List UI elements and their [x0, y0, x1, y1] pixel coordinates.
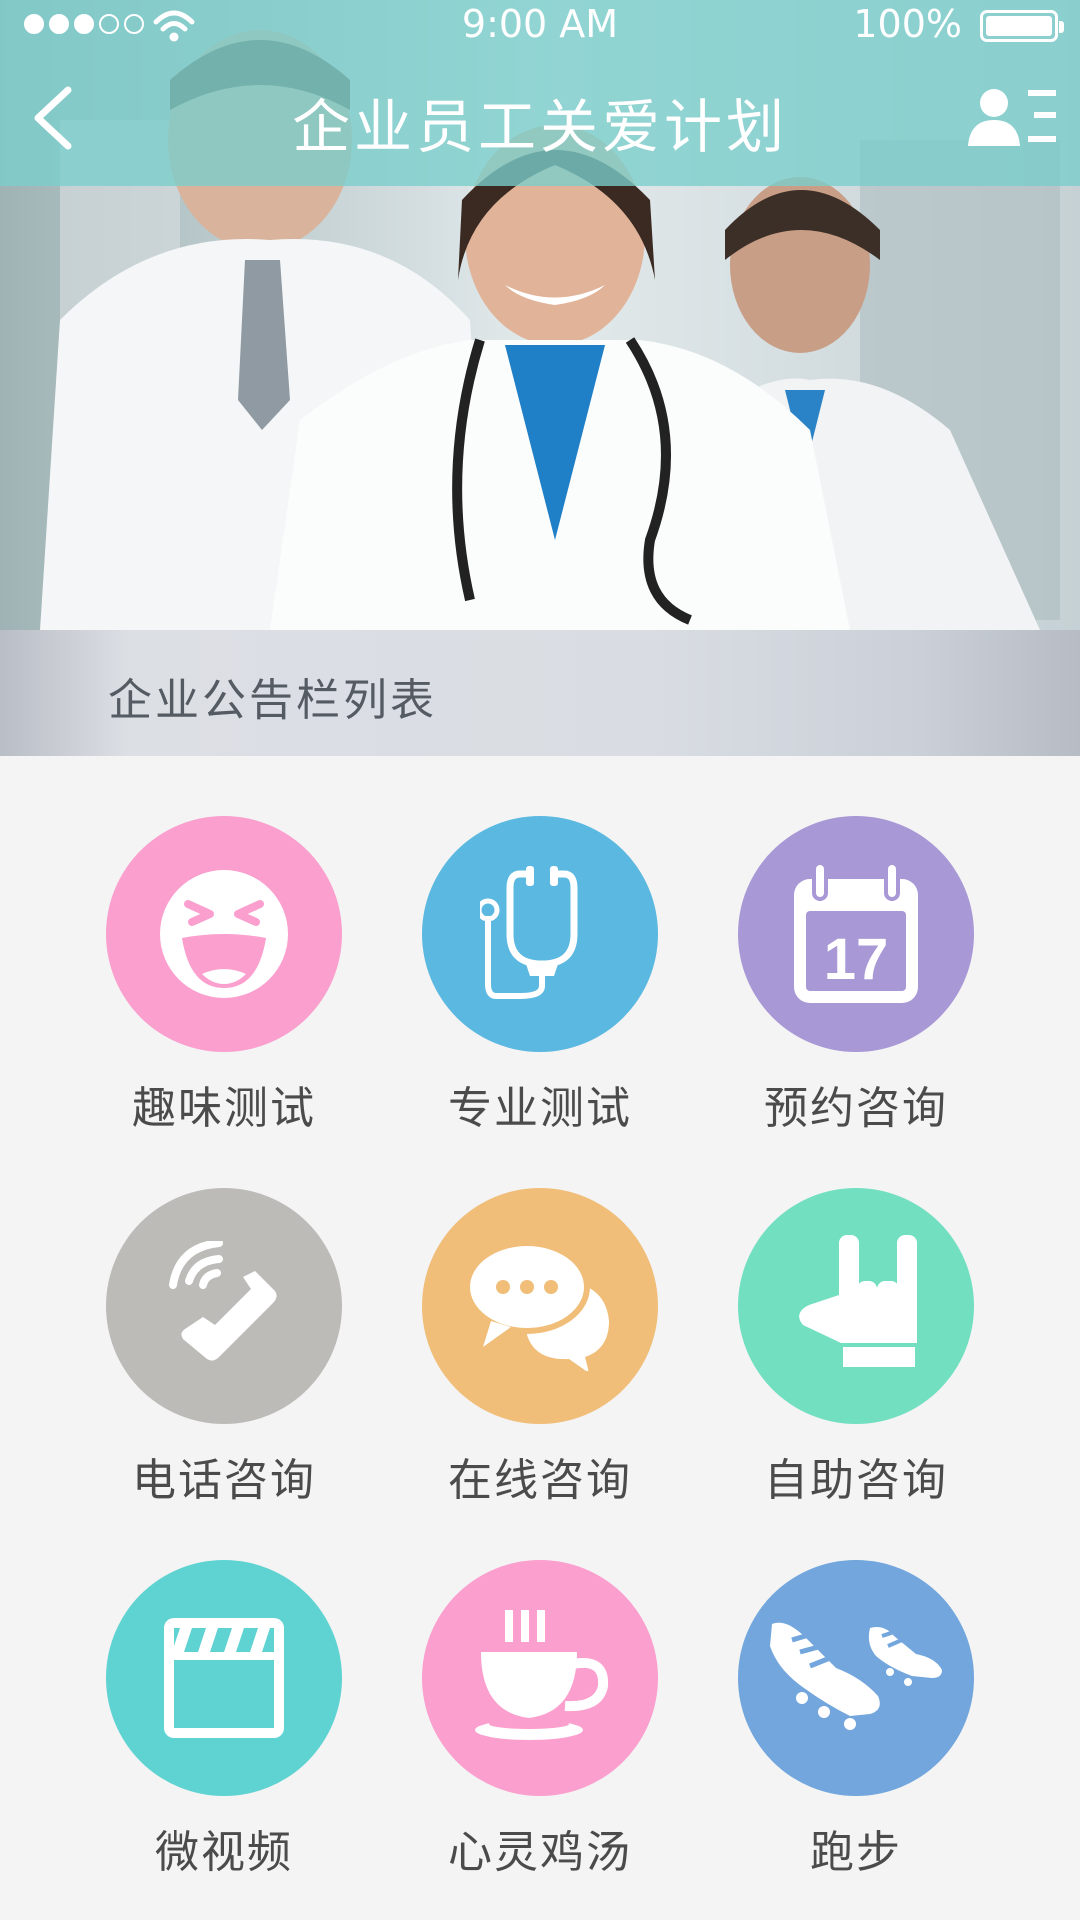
menu-item-circle[interactable]: [422, 1188, 658, 1424]
menu-item-label: 自助咨询: [764, 1455, 948, 1506]
running-shoes-icon: [770, 1622, 942, 1730]
hand-gesture-icon: [799, 1235, 917, 1367]
chat-bubbles-icon: [465, 1241, 609, 1371]
menu-item-soul-soup[interactable]: 心灵鸡汤: [390, 1560, 690, 1890]
menu-item-label: 微视频: [155, 1827, 293, 1878]
menu-item-circle[interactable]: 17: [738, 816, 974, 1052]
menu-item-circle[interactable]: [422, 1560, 658, 1796]
status-bar: 9:00 AM 100%: [0, 0, 1080, 54]
menu-item-running[interactable]: 跑步: [706, 1560, 1006, 1890]
laughing-face-icon: [160, 870, 288, 998]
menu-item-phone-consult[interactable]: 电话咨询: [74, 1188, 374, 1518]
menu-item-label: 跑步: [810, 1827, 902, 1878]
notice-board-label[interactable]: 企业公告栏列表: [108, 664, 437, 728]
user-list-icon[interactable]: [966, 86, 1058, 148]
menu-item-label: 趣味测试: [132, 1083, 316, 1134]
coffee-cup-icon: [475, 1610, 609, 1740]
hero-banner[interactable]: 9:00 AM 100% 企业员工关爱计划 企业公告栏列表: [0, 0, 1080, 756]
menu-item-circle[interactable]: [738, 1560, 974, 1796]
stethoscope-icon: [480, 866, 578, 999]
menu-item-circle[interactable]: [738, 1188, 974, 1424]
menu-item-circle[interactable]: [106, 816, 342, 1052]
battery-percentage: 100%: [853, 2, 962, 46]
menu-item-professional-test[interactable]: 专业测试: [390, 816, 690, 1146]
menu-item-online-consult[interactable]: 在线咨询: [390, 1188, 690, 1518]
menu-item-label: 专业测试: [448, 1083, 632, 1134]
battery-icon: [980, 10, 1064, 42]
menu-item-fun-test[interactable]: 趣味测试: [74, 816, 374, 1146]
menu-item-circle[interactable]: [106, 1188, 342, 1424]
page-title: 企业员工关爱计划: [291, 93, 788, 161]
menu-item-label: 电话咨询: [132, 1455, 316, 1506]
menu-item-appointment[interactable]: 17 预约咨询: [706, 816, 1006, 1146]
menu-item-self-help[interactable]: 自助咨询: [706, 1188, 1006, 1518]
menu-item-label: 在线咨询: [448, 1455, 632, 1506]
calendar-date-text: 17: [824, 927, 889, 992]
phone-icon: [169, 1241, 277, 1361]
clapperboard-icon: [164, 1618, 284, 1738]
chevron-left-icon[interactable]: [26, 82, 86, 152]
menu-item-micro-video[interactable]: 微视频: [74, 1560, 374, 1890]
menu-item-label: 心灵鸡汤: [448, 1827, 632, 1878]
menu-item-label: 预约咨询: [764, 1083, 948, 1134]
menu-item-circle[interactable]: [422, 816, 658, 1052]
service-menu-grid: 趣味测试 专业测试 17 预约咨询 电话咨询 在线咨询 自助咨询 微视频 心灵鸡…: [0, 756, 1080, 1920]
menu-item-circle[interactable]: [106, 1560, 342, 1796]
calendar-icon: 17: [794, 861, 918, 1003]
